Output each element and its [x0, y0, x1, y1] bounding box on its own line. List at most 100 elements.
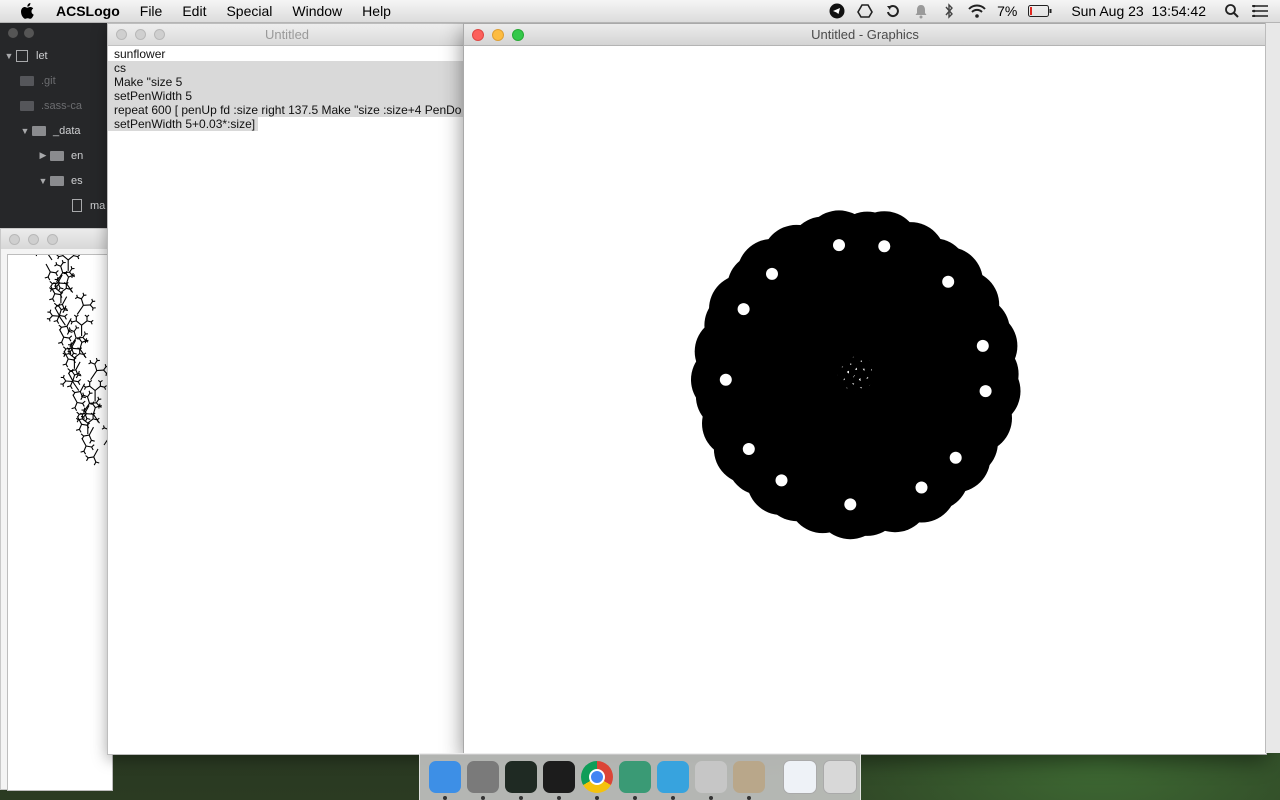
tree-item-git[interactable]: .git — [0, 68, 120, 93]
tree-branch — [58, 255, 64, 258]
tree-item-en[interactable]: ▶ en — [0, 143, 120, 168]
code-line[interactable]: setPenWidth 5+0.03*:size] — [108, 117, 258, 131]
tree-branch — [97, 396, 100, 400]
chrome-icon[interactable] — [581, 761, 613, 800]
menu-app-name[interactable]: ACSLogo — [46, 0, 130, 22]
telegram-status-icon[interactable] — [827, 0, 847, 22]
code-line[interactable]: Make "size 5 — [108, 75, 466, 89]
tree-branch — [68, 337, 72, 342]
tree-branch — [72, 381, 80, 391]
tree-branch — [74, 296, 78, 300]
code-line[interactable]: cs — [108, 61, 466, 75]
notifications-bell-icon[interactable] — [911, 0, 931, 22]
notification-center-icon[interactable] — [1250, 0, 1270, 22]
spotlight-search-icon[interactable] — [1222, 0, 1242, 22]
documents-stack-icon[interactable] — [783, 760, 817, 794]
tree-branch — [75, 314, 79, 318]
sync-status-icon[interactable] — [883, 0, 903, 22]
tree-branch — [47, 276, 51, 281]
tree-branch — [95, 461, 100, 464]
tree-branch — [80, 294, 85, 300]
tree-branch — [89, 301, 94, 306]
minimize-button[interactable] — [492, 28, 504, 41]
tree-branch — [49, 315, 53, 320]
minimize-button[interactable] — [24, 28, 34, 38]
code-window-titlebar: Untitled — [108, 24, 466, 46]
menu-edit[interactable]: Edit — [172, 0, 216, 22]
tree-branch — [56, 276, 59, 280]
menu-clock[interactable]: Sun Aug 23 13:54:42 — [1071, 3, 1206, 19]
code-text-area[interactable]: sunflower cs Make "size 5 setPenWidth 5 … — [108, 46, 466, 131]
tree-branch — [73, 314, 77, 318]
tree-branch — [95, 357, 98, 361]
menu-window[interactable]: Window — [282, 0, 352, 22]
tree-branch — [61, 325, 67, 328]
tree-branch — [76, 419, 79, 423]
graphics-canvas[interactable] — [464, 46, 1266, 754]
tree-branch — [75, 320, 82, 326]
trash-icon[interactable] — [823, 760, 857, 794]
tree-branch — [72, 380, 79, 383]
status-menus: 7% Sun Aug 23 13:54:42 — [823, 0, 1280, 22]
wifi-icon[interactable] — [967, 0, 987, 22]
tree-branch — [69, 289, 72, 292]
atom-icon[interactable] — [619, 761, 651, 800]
code-line[interactable]: repeat 600 [ penUp fd :size right 137.5 … — [108, 103, 466, 117]
tree-branch — [94, 385, 101, 391]
tree-branch — [73, 327, 77, 332]
google-drive-icon[interactable] — [855, 0, 875, 22]
repo-icon — [16, 49, 28, 62]
close-button[interactable] — [472, 28, 484, 41]
telegram-icon[interactable] — [657, 761, 689, 800]
zoom-button[interactable] — [47, 233, 58, 245]
code-line[interactable]: sunflower — [108, 47, 466, 61]
tree-branch — [45, 250, 53, 261]
zoom-button[interactable] — [512, 28, 524, 41]
tree-branch — [88, 362, 92, 365]
close-button[interactable] — [8, 28, 18, 38]
tree-branch — [58, 303, 61, 307]
sunflower-drawing — [691, 210, 1021, 540]
activity-monitor-icon[interactable] — [505, 761, 537, 800]
tree-item-sass-cache[interactable]: .sass-ca — [0, 93, 120, 118]
tree-item-es[interactable]: ▼ es — [0, 168, 120, 193]
tree-branch — [88, 426, 94, 436]
apple-menu-icon[interactable] — [16, 0, 38, 22]
tree-branch — [97, 379, 101, 383]
script-editor-icon[interactable] — [695, 761, 727, 800]
tree-branch — [49, 309, 52, 313]
close-button[interactable] — [9, 233, 20, 245]
terminal-icon[interactable] — [543, 761, 575, 800]
tree-item-let[interactable]: ▼ let — [0, 43, 120, 68]
tree-item-data[interactable]: ▼ _data — [0, 118, 120, 143]
code-line[interactable]: setPenWidth 5 — [108, 89, 466, 103]
tree-branch — [53, 302, 58, 306]
menu-file[interactable]: File — [130, 0, 173, 22]
battery-percent: 7% — [997, 3, 1018, 19]
tree-branch — [64, 307, 68, 310]
tree-branch — [81, 423, 88, 426]
tree-branch — [63, 336, 70, 339]
chevron-down-icon: ▼ — [20, 125, 30, 136]
preview-icon[interactable] — [733, 761, 765, 800]
tree-branch — [65, 270, 68, 274]
running-indicator — [557, 796, 561, 800]
finder-icon[interactable] — [429, 761, 461, 800]
tree-branch — [93, 448, 99, 458]
menu-help[interactable]: Help — [352, 0, 401, 22]
tree-window-titlebar — [1, 229, 111, 249]
tree-branch — [83, 445, 87, 452]
tree-drawing-canvas[interactable] — [7, 238, 123, 791]
bluetooth-icon[interactable] — [939, 0, 959, 22]
file-icon — [72, 199, 82, 212]
menu-special[interactable]: Special — [216, 0, 282, 22]
tree-item-file[interactable]: ma — [0, 193, 120, 218]
tree-branch — [56, 320, 60, 324]
tree-branch — [73, 352, 77, 355]
system-preferences-icon[interactable] — [467, 761, 499, 800]
tree-branch — [88, 390, 91, 394]
tree-branch — [60, 287, 67, 293]
menu-bar: ACSLogo File Edit Special Window Help 7%… — [0, 0, 1280, 23]
battery-icon[interactable] — [1027, 0, 1053, 22]
minimize-button[interactable] — [28, 233, 39, 245]
